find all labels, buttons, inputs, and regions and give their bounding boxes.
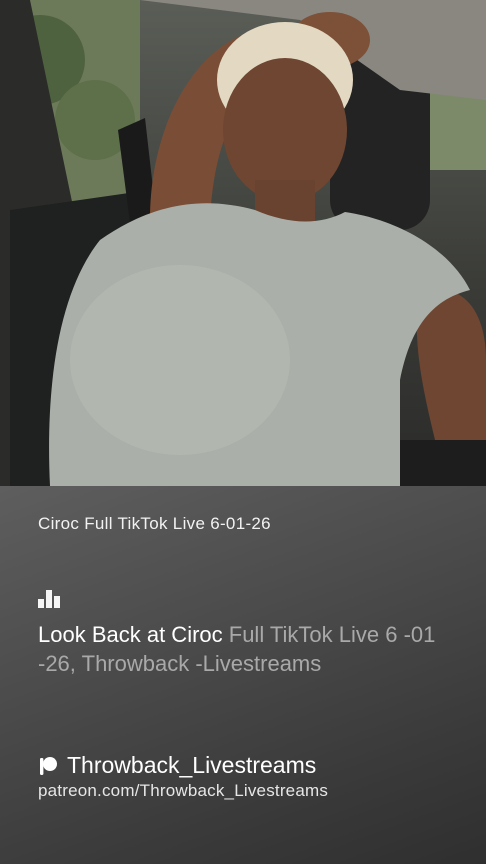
video-frame[interactable] — [0, 0, 486, 486]
headline-highlight: Look Back at Ciroc — [38, 622, 223, 647]
page: Ciroc Full TikTok Live 6-01-26 Look Back… — [0, 0, 486, 864]
creator-link[interactable]: Throwback_Livestreams — [38, 752, 316, 779]
video-caption: Ciroc Full TikTok Live 6-01-26 — [38, 514, 271, 533]
patreon-icon — [40, 756, 57, 775]
creator-url[interactable]: patreon.com/Throwback_Livestreams — [38, 781, 328, 801]
video-scene — [0, 0, 486, 486]
creator-name: Throwback_Livestreams — [67, 752, 317, 778]
headline: Look Back at Ciroc Full TikTok Live 6 -0… — [38, 620, 458, 678]
bar-chart-icon — [38, 590, 60, 608]
console — [400, 440, 486, 486]
shirt-highlight — [70, 265, 290, 455]
